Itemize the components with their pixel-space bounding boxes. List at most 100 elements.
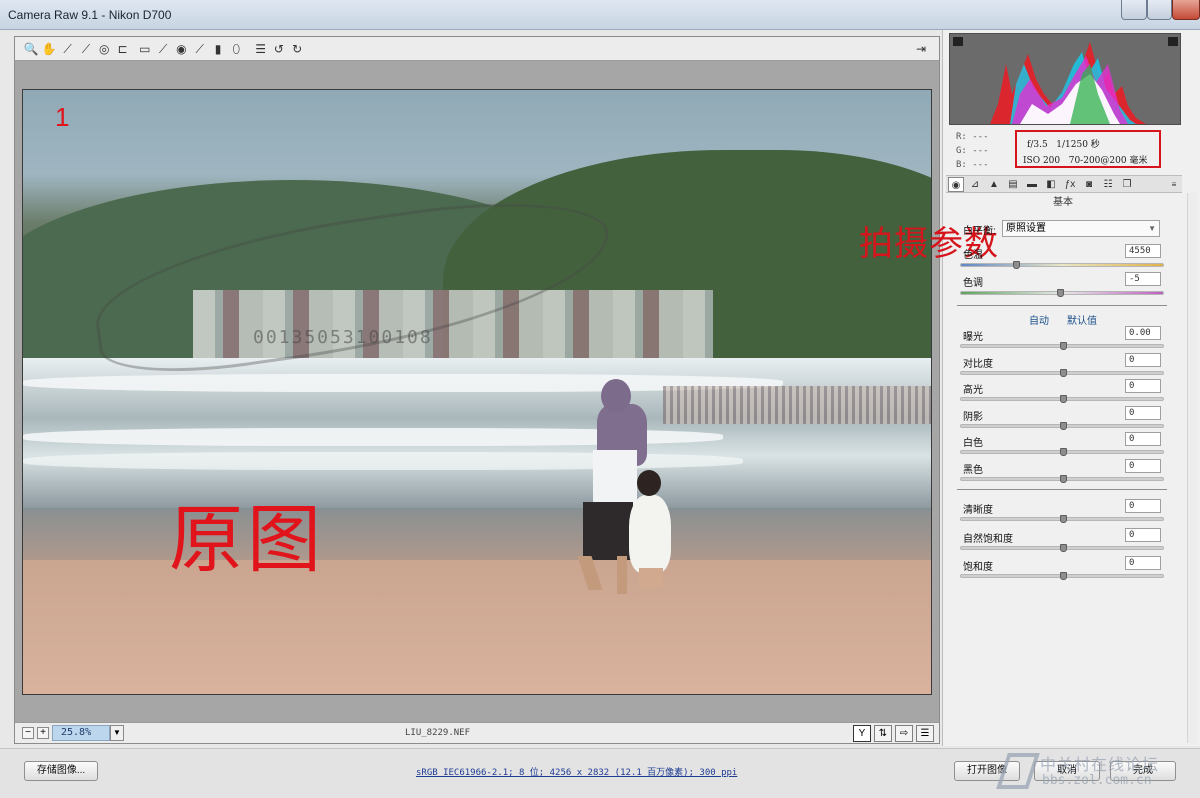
zoom-icon[interactable]: 🔍 [23, 41, 39, 57]
toggle-view-icon[interactable]: ☰ [916, 725, 934, 742]
save-image-button[interactable]: 存储图像... [24, 761, 98, 781]
rotate-left-icon[interactable]: ↺ [271, 41, 287, 57]
window-title: Camera Raw 9.1 - Nikon D700 [8, 8, 172, 22]
slider-label: 高光 [963, 385, 983, 397]
zoom-dropdown-chevron-icon[interactable]: ▼ [110, 725, 124, 741]
slider-label: 饱和度 [963, 562, 993, 573]
slider-value-field[interactable]: 0 [1125, 459, 1161, 473]
slider-thumb[interactable] [1060, 475, 1067, 483]
fullscreen-icon[interactable]: ⇥ [913, 41, 929, 57]
adjustment-slider[interactable] [960, 475, 1164, 483]
minimize-button[interactable] [1121, 0, 1147, 20]
close-button[interactable] [1172, 0, 1200, 20]
before-after-toggle-icon[interactable]: Y [853, 725, 871, 742]
white-balance-value: 原照设置 [1006, 223, 1046, 234]
blue-readout: B: --- [956, 160, 989, 170]
tint-value-field[interactable]: -5 [1125, 272, 1161, 286]
slider-value-field[interactable]: 0 [1125, 352, 1161, 367]
green-readout: G: --- [956, 146, 989, 156]
graduated-filter-icon[interactable]: ▮ [210, 41, 226, 57]
adjustment-slider[interactable] [960, 342, 1164, 350]
tab-snapshots-icon[interactable]: ❐ [1119, 177, 1135, 192]
slider-thumb[interactable] [1060, 421, 1067, 430]
radial-filter-icon[interactable]: ⬯ [228, 41, 244, 57]
maximize-button[interactable] [1147, 0, 1172, 20]
slider-thumb[interactable] [1060, 342, 1067, 350]
tint-slider[interactable] [960, 289, 1164, 297]
site-logo-icon [996, 753, 1040, 789]
slider-value-field[interactable]: 0 [1125, 432, 1161, 447]
site-watermark: 中关村在线论坛 bbs.zol.com.cn [996, 749, 1200, 795]
adjustment-slider[interactable] [960, 448, 1164, 457]
white-balance-select[interactable]: 原照设置 ▼ [1002, 220, 1160, 237]
slider-value-field[interactable]: 0 [1125, 556, 1161, 570]
slider-thumb[interactable] [1060, 368, 1067, 377]
image-preview[interactable]: 00135053100108 1 原图 [22, 89, 932, 695]
adjustment-slider[interactable] [960, 572, 1164, 580]
adjustment-brush-icon[interactable]: ⟋ [192, 41, 208, 57]
adjustment-slider[interactable] [960, 368, 1164, 377]
hand-icon[interactable]: ✋ [41, 41, 57, 57]
adjustment-slider[interactable] [960, 421, 1164, 430]
lens: 70-200@200 毫米 [1068, 156, 1148, 166]
workflow-options-link[interactable]: sRGB IEC61966-2.1; 8 位; 4256 x 2832 (12.… [416, 765, 737, 778]
straighten-icon[interactable]: ▭ [137, 41, 153, 57]
tab-basic-icon[interactable]: ◉ [948, 177, 964, 192]
tab-presets-icon[interactable]: ☷ [1100, 177, 1116, 192]
slider-thumb[interactable] [1060, 572, 1067, 580]
default-link[interactable]: 默认值 [1067, 312, 1097, 327]
divider [957, 305, 1167, 306]
photo-child-dress [629, 495, 671, 573]
preview-pane: 🔍 ✋ ⟋ ⟋ ◎ ⊏ ▭ ⟋ ◉ ⟋ ▮ ⬯ ☰ ↺ ↻ ⇥ 00135053100108 1 原 [14, 36, 940, 744]
shutter-speed: 1/1250 秒 [1056, 140, 1100, 150]
site-watermark-name: 中关村在线论坛 [1040, 757, 1160, 774]
slider-value-field[interactable]: 0 [1125, 527, 1161, 542]
temp-value-field[interactable]: 4550 [1125, 244, 1161, 258]
slider-value-field[interactable]: 0 [1125, 379, 1161, 394]
slider-label: 清晰度 [963, 505, 993, 516]
slider-thumb[interactable] [1060, 395, 1067, 404]
slider-thumb[interactable] [1060, 543, 1067, 552]
panel-menu-icon[interactable]: ≡ [1166, 177, 1182, 192]
target-adjust-icon[interactable]: ◎ [96, 41, 112, 57]
rotate-right-icon[interactable]: ↻ [289, 41, 305, 57]
photo-woman-leg [617, 556, 627, 594]
adjustment-slider[interactable] [960, 515, 1164, 523]
zoom-in-button[interactable]: + [37, 727, 49, 739]
white-balance-icon[interactable]: ⟋ [60, 41, 76, 57]
slider-value-field[interactable]: 0 [1125, 405, 1161, 420]
zoom-out-button[interactable]: − [22, 727, 34, 739]
temp-slider[interactable] [960, 261, 1164, 269]
tab-effects-icon[interactable]: ƒx [1062, 177, 1078, 192]
slider-thumb[interactable] [1060, 515, 1067, 523]
copy-settings-icon[interactable]: ⇨ [895, 725, 913, 742]
temp-label: 色温 [963, 250, 983, 261]
exif-row-2: ISO 200 70-200@200 毫米 [1023, 153, 1147, 166]
tab-split-toning-icon[interactable]: ▬ [1024, 177, 1040, 192]
color-sampler-icon[interactable]: ⟋ [78, 41, 94, 57]
tab-detail-icon[interactable]: ▲ [986, 177, 1002, 192]
tint-slider-thumb[interactable] [1057, 289, 1064, 297]
spot-removal-icon[interactable]: ⟋ [155, 41, 171, 57]
tab-camera-calibration-icon[interactable]: ◙ [1081, 177, 1097, 192]
aperture: f/3.5 [1027, 140, 1048, 150]
red-eye-icon[interactable]: ◉ [173, 41, 189, 57]
zoom-level-field[interactable]: 25.8% [52, 725, 110, 741]
crop-icon[interactable]: ⊏ [115, 41, 131, 57]
tab-tone-curve-icon[interactable]: ⊿ [967, 177, 983, 192]
adjustment-slider[interactable] [960, 543, 1164, 552]
temp-slider-thumb[interactable] [1013, 261, 1020, 269]
swap-settings-icon[interactable]: ⇅ [874, 725, 892, 742]
preferences-icon[interactable]: ☰ [253, 41, 269, 57]
red-readout: R: --- [956, 132, 989, 142]
slider-value-field[interactable]: 0 [1125, 499, 1161, 513]
panel-section-title: 基本 [1053, 197, 1073, 208]
tab-hsl-icon[interactable]: ▤ [1005, 177, 1021, 192]
auto-link[interactable]: 自动 [1029, 312, 1049, 327]
slider-value-field[interactable]: 0.00 [1125, 326, 1161, 340]
tab-lens-corrections-icon[interactable]: ◧ [1043, 177, 1059, 192]
adjustment-slider[interactable] [960, 395, 1164, 404]
tint-label: 色调 [963, 278, 983, 289]
slider-thumb[interactable] [1060, 448, 1067, 457]
panel-scrollbar[interactable] [1187, 193, 1197, 743]
